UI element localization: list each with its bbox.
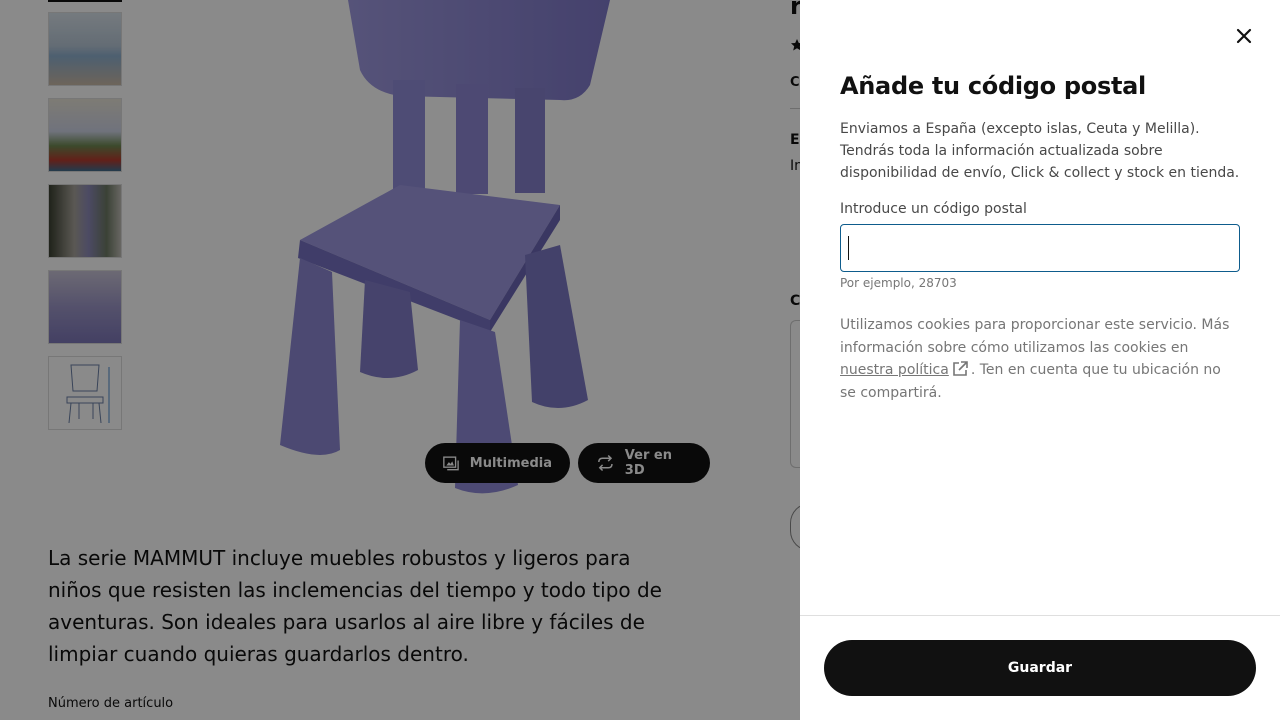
save-button[interactable]: Guardar xyxy=(824,640,1256,696)
close-button[interactable] xyxy=(1228,20,1260,52)
cookie-notice: Utilizamos cookies para proporcionar est… xyxy=(840,314,1240,404)
modal-footer-divider xyxy=(800,615,1280,616)
postal-code-hint: Por ejemplo, 28703 xyxy=(840,276,957,290)
text-cursor xyxy=(848,236,849,260)
modal-intro-text: Enviamos a España (excepto islas, Ceuta … xyxy=(840,121,1240,181)
external-link-icon xyxy=(953,361,968,376)
cookie-text-before: Utilizamos cookies para proporcionar est… xyxy=(840,317,1230,356)
close-icon xyxy=(1236,28,1252,44)
privacy-policy-link[interactable]: nuestra política xyxy=(840,362,949,378)
modal-title: Añade tu código postal xyxy=(840,72,1146,100)
postal-code-input[interactable] xyxy=(840,224,1240,272)
postal-code-label: Introduce un código postal xyxy=(840,201,1027,217)
modal-backdrop[interactable] xyxy=(0,0,800,720)
